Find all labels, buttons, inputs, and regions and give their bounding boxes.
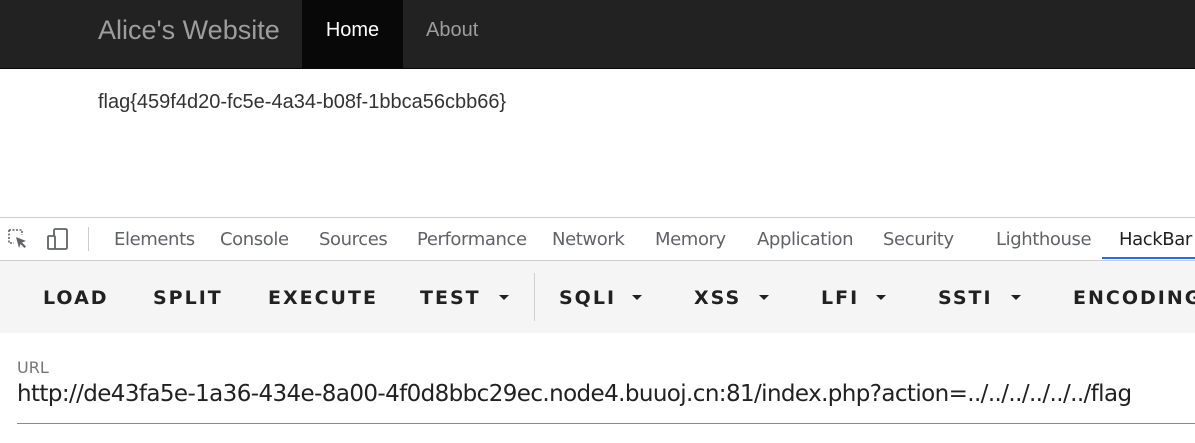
- test-dropdown-caret-icon[interactable]: [499, 295, 509, 300]
- inspect-element-icon[interactable]: [6, 227, 30, 251]
- sqli-menu-button[interactable]: SQLI: [559, 261, 616, 333]
- tab-memory[interactable]: Memory: [655, 218, 726, 260]
- execute-button[interactable]: EXECUTE: [268, 261, 378, 333]
- devtools-separator: [88, 227, 89, 251]
- tab-console[interactable]: Console: [220, 218, 289, 260]
- tab-network[interactable]: Network: [552, 218, 625, 260]
- tab-application[interactable]: Application: [757, 218, 854, 260]
- encoding-menu-button[interactable]: ENCODING: [1073, 261, 1195, 333]
- lfi-menu-button[interactable]: LFI: [821, 261, 859, 333]
- tab-performance[interactable]: Performance: [417, 218, 527, 260]
- hackbar-toolbar: LOAD SPLIT EXECUTE TEST SQLI XSS LFI SST…: [0, 261, 1195, 333]
- load-button[interactable]: LOAD: [43, 261, 109, 333]
- split-button[interactable]: SPLIT: [153, 261, 223, 333]
- xss-dropdown-caret-icon[interactable]: [759, 295, 769, 300]
- url-input-underline: [17, 423, 1195, 424]
- url-input[interactable]: http://de43fa5e-1a36-434e-8a00-4f0d8bbc2…: [17, 381, 1132, 407]
- tab-sources[interactable]: Sources: [319, 218, 388, 260]
- device-toolbar-icon[interactable]: [46, 227, 70, 251]
- ssti-menu-button[interactable]: SSTI: [938, 261, 993, 333]
- xss-menu-button[interactable]: XSS: [694, 261, 741, 333]
- tab-hackbar[interactable]: HackBar: [1119, 218, 1192, 260]
- ssti-dropdown-caret-icon[interactable]: [1011, 295, 1021, 300]
- toolbar-divider: [534, 273, 535, 321]
- site-brand[interactable]: Alice's Website: [98, 0, 280, 68]
- site-navbar: Alice's Website Home About: [0, 0, 1195, 69]
- test-menu-button[interactable]: TEST: [420, 261, 481, 333]
- nav-about-link[interactable]: About: [426, 0, 478, 68]
- tab-lighthouse[interactable]: Lighthouse: [996, 218, 1092, 260]
- active-tab-indicator: [1102, 257, 1195, 259]
- devtools-panel: Elements Console Sources Performance Net…: [0, 217, 1195, 443]
- devtools-tab-bar: Elements Console Sources Performance Net…: [0, 218, 1195, 261]
- nav-home-link[interactable]: Home: [302, 0, 403, 68]
- sqli-dropdown-caret-icon[interactable]: [632, 295, 642, 300]
- tab-security[interactable]: Security: [883, 218, 954, 260]
- flag-text: flag{459f4d20-fc5e-4a34-b08f-1bbca56cbb6…: [98, 91, 507, 113]
- lfi-dropdown-caret-icon[interactable]: [876, 295, 886, 300]
- url-field-label: URL: [17, 358, 49, 377]
- tab-elements[interactable]: Elements: [114, 218, 195, 260]
